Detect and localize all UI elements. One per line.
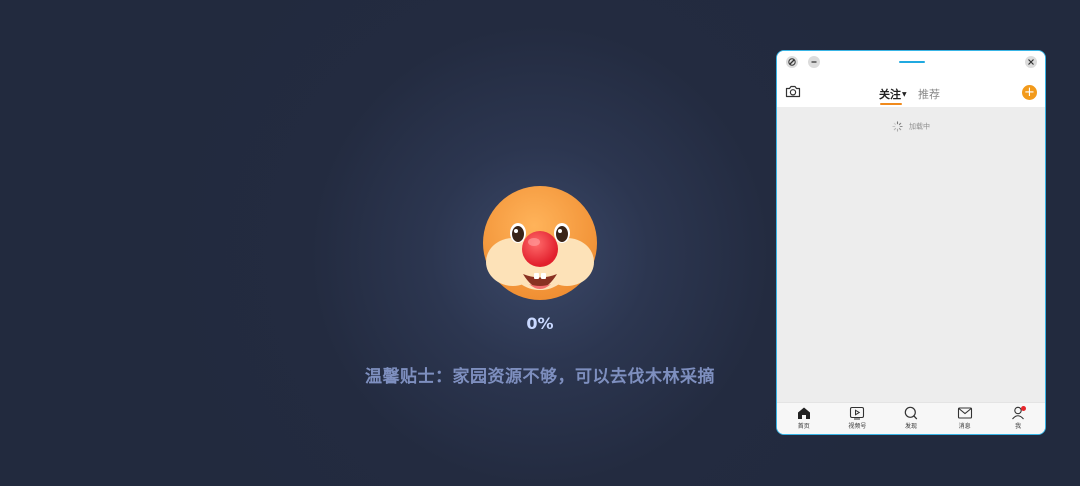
tab-messages-label: 消息 <box>958 423 971 430</box>
loading-indicator: 加载中 <box>777 121 1045 132</box>
tab-me[interactable]: 我 <box>991 403 1045 434</box>
window-titlebar[interactable] <box>777 51 1045 73</box>
window-drag-handle[interactable] <box>899 61 925 63</box>
game-loading-area: 0% 温馨贴士：家园资源不够，可以去伐木林采摘 <box>0 0 760 486</box>
caret-down-icon: ▼ <box>902 91 907 98</box>
video-icon <box>850 406 865 420</box>
spinner-icon <box>892 121 903 132</box>
tab-video[interactable]: 视频号 <box>831 403 885 434</box>
top-nav: 关注▼ 推荐 + <box>777 73 1045 107</box>
tab-me-label: 我 <box>1015 423 1022 430</box>
pin-icon <box>788 58 796 66</box>
tab-discover[interactable]: 发现 <box>884 403 938 434</box>
loading-text: 加载中 <box>909 122 930 131</box>
tab-home[interactable]: 首页 <box>777 403 831 434</box>
close-button[interactable] <box>1025 56 1037 68</box>
tab-home-label: 首页 <box>797 423 810 430</box>
tab-discover-label: 发现 <box>904 423 917 430</box>
tab-follow-label: 关注 <box>879 88 901 101</box>
loading-progress: 0% <box>526 314 554 333</box>
camera-icon[interactable] <box>785 85 801 98</box>
plus-icon: + <box>1024 85 1035 100</box>
mail-icon <box>957 407 972 419</box>
phone-window: 关注▼ 推荐 + 加载中 首页 视频号 发现 消息 我 <box>776 50 1046 435</box>
search-icon <box>904 406 918 420</box>
tab-follow[interactable]: 关注▼ <box>879 86 907 102</box>
close-icon <box>1028 59 1034 65</box>
pin-button[interactable] <box>786 56 798 68</box>
tab-video-label: 视频号 <box>848 423 867 430</box>
tab-recommend[interactable]: 推荐 <box>918 86 940 102</box>
add-button[interactable]: + <box>1022 85 1037 100</box>
tab-messages[interactable]: 消息 <box>938 403 992 434</box>
bottom-tab-bar: 首页 视频号 发现 消息 我 <box>777 402 1045 434</box>
mascot-face-icon <box>483 186 597 300</box>
minimize-icon <box>811 61 817 63</box>
home-icon <box>797 407 810 419</box>
active-tab-indicator <box>880 103 902 105</box>
minimize-button[interactable] <box>808 56 820 68</box>
tip-text: 温馨贴士：家园资源不够，可以去伐木林采摘 <box>365 367 715 387</box>
feed-area[interactable]: 加载中 <box>777 107 1045 405</box>
